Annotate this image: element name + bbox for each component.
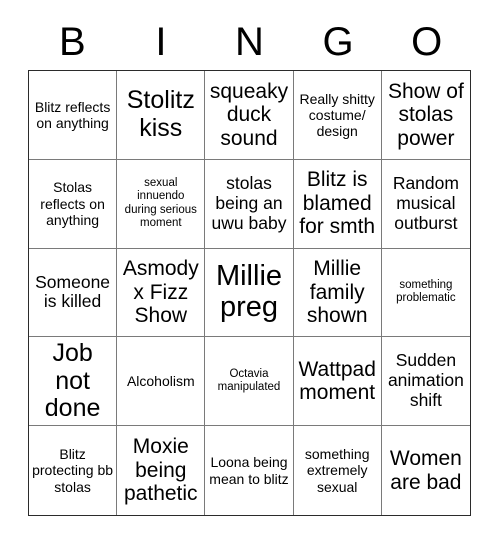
bingo-cell[interactable]: squeaky duck sound — [205, 71, 294, 160]
bingo-cell-label: something extremely sexual — [304, 446, 370, 495]
bingo-cell[interactable]: Alcoholism — [117, 337, 206, 427]
bingo-cell-label: Asmody x Fizz Show — [122, 257, 199, 328]
bingo-cell-label: Loona being mean to blitz — [209, 454, 289, 487]
bingo-header-letter-i: I — [155, 20, 167, 64]
bingo-cell[interactable]: Octavia manipulated — [205, 337, 294, 427]
bingo-cell[interactable]: Loona being mean to blitz — [205, 426, 294, 515]
bingo-cell[interactable]: Millie family shown — [293, 248, 382, 338]
bingo-cell-label: Random musical outburst — [392, 172, 459, 233]
bingo-cell[interactable]: something extremely sexual — [293, 426, 382, 515]
bingo-header-letter-g: G — [322, 20, 354, 64]
bingo-cell-label: Women are bad — [389, 447, 462, 494]
bingo-cell[interactable]: Blitz protecting bb stolas — [29, 426, 118, 515]
bingo-cell[interactable]: Stolas reflects on anything — [29, 159, 118, 249]
bingo-cell-label: Blitz protecting bb stolas — [32, 446, 114, 495]
bingo-cell[interactable]: Sudden animation shift — [381, 337, 470, 427]
bingo-cell-label: Stolas reflects on anything — [40, 179, 105, 228]
bingo-cell-label: stolas being an uwu baby — [211, 172, 287, 233]
bingo-card: B I N G O Blitz reflects on anything Sto… — [0, 0, 500, 544]
bingo-cell-label: Someone is killed — [35, 271, 111, 312]
bingo-cell[interactable]: Wattpad moment — [293, 337, 382, 427]
bingo-cell-label: sexual innuendo during serious moment — [124, 176, 197, 230]
bingo-grid: Blitz reflects on anything Stolitz kiss … — [28, 70, 471, 516]
bingo-cell[interactable]: Random musical outburst — [381, 159, 470, 249]
bingo-cell-label: Blitz is blamed for smth — [299, 168, 376, 239]
bingo-cell-label: Octavia manipulated — [217, 367, 281, 394]
bingo-cell[interactable]: Blitz is blamed for smth — [293, 159, 382, 249]
bingo-cell[interactable]: something problematic — [381, 248, 470, 338]
bingo-cell-label: Millie preg — [215, 260, 283, 324]
bingo-cell-label: Blitz reflects on anything — [34, 98, 111, 131]
bingo-cell-label: Alcoholism — [126, 373, 195, 390]
bingo-header-letter-o: O — [411, 20, 443, 64]
bingo-header: B I N G O — [28, 16, 471, 68]
bingo-cell[interactable]: Show of stolas power — [381, 71, 470, 160]
bingo-cell-label: squeaky duck sound — [209, 79, 289, 150]
bingo-cell[interactable]: Asmody x Fizz Show — [117, 248, 206, 338]
bingo-cell[interactable]: Stolitz kiss — [117, 71, 206, 160]
bingo-cell[interactable]: sexual innuendo during serious moment — [117, 159, 206, 249]
bingo-cell-label: something problematic — [396, 278, 456, 305]
bingo-cell[interactable]: Millie preg — [205, 248, 294, 338]
bingo-cell[interactable]: stolas being an uwu baby — [205, 159, 294, 249]
bingo-cell[interactable]: Blitz reflects on anything — [29, 71, 118, 160]
bingo-cell-label: Wattpad moment — [298, 357, 376, 405]
bingo-cell-label: Sudden animation shift — [387, 350, 464, 411]
bingo-cell[interactable]: Moxie being pathetic — [117, 426, 206, 515]
bingo-cell[interactable]: Women are bad — [381, 426, 470, 515]
bingo-cell-label: Moxie being pathetic — [124, 435, 198, 506]
bingo-cell-label: Stolitz kiss — [126, 86, 195, 142]
bingo-header-letter-b: B — [58, 20, 86, 64]
bingo-cell-label: Really shitty costume/ design — [299, 90, 375, 140]
bingo-cell[interactable]: Job not done — [29, 337, 118, 427]
bingo-cell[interactable]: Really shitty costume/ design — [293, 71, 382, 160]
bingo-cell-label: Millie family shown — [306, 257, 368, 328]
bingo-cell-label: Show of stolas power — [387, 79, 464, 150]
bingo-header-letter-n: N — [235, 20, 264, 64]
bingo-cell[interactable]: Someone is killed — [29, 248, 118, 338]
bingo-cell-label: Job not done — [44, 339, 101, 423]
